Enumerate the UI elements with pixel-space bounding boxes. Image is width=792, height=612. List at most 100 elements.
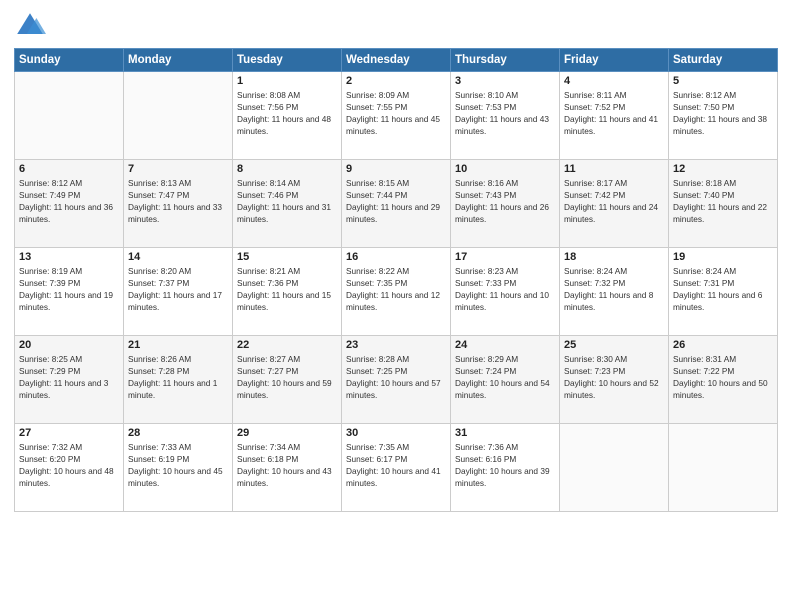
- day-number: 15: [237, 251, 337, 263]
- day-number: 26: [673, 339, 773, 351]
- calendar-cell: 28 Sunrise: 7:33 AM Sunset: 6:19 PM Dayli…: [124, 424, 233, 512]
- calendar-week-1: 1 Sunrise: 8:08 AM Sunset: 7:56 PM Daylig…: [15, 72, 778, 160]
- weekday-header-friday: Friday: [560, 49, 669, 72]
- day-info: Sunrise: 8:09 AM Sunset: 7:55 PM Dayligh…: [346, 89, 446, 137]
- day-number: 6: [19, 163, 119, 175]
- calendar-cell: 24 Sunrise: 8:29 AM Sunset: 7:24 PM Dayli…: [451, 336, 560, 424]
- day-number: 23: [346, 339, 446, 351]
- calendar-week-3: 13Sunrise: 8:19 AM Sunset: 7:39 PM Dayli…: [15, 248, 778, 336]
- day-number: 22: [237, 339, 337, 351]
- day-info: Sunrise: 8:15 AM Sunset: 7:44 PM Dayligh…: [346, 177, 446, 225]
- day-number: 21: [128, 339, 228, 351]
- calendar-cell: 25 Sunrise: 8:30 AM Sunset: 7:23 PM Dayli…: [560, 336, 669, 424]
- day-number: 1: [237, 75, 337, 87]
- day-info: Sunrise: 8:18 AM Sunset: 7:40 PM Dayligh…: [673, 177, 773, 225]
- day-number: 18: [564, 251, 664, 263]
- day-info: Sunrise: 8:12 AM Sunset: 7:50 PM Dayligh…: [673, 89, 773, 137]
- day-number: 14: [128, 251, 228, 263]
- day-info: Sunrise: 8:22 AM Sunset: 7:35 PM Dayligh…: [346, 265, 446, 313]
- day-number: 25: [564, 339, 664, 351]
- day-number: 9: [346, 163, 446, 175]
- day-info: Sunrise: 8:10 AM Sunset: 7:53 PM Dayligh…: [455, 89, 555, 137]
- day-number: 10: [455, 163, 555, 175]
- calendar-cell: 2 Sunrise: 8:09 AM Sunset: 7:55 PM Daylig…: [342, 72, 451, 160]
- day-info: Sunrise: 8:23 AM Sunset: 7:33 PM Dayligh…: [455, 265, 555, 313]
- calendar-cell: [15, 72, 124, 160]
- calendar-cell: 1 Sunrise: 8:08 AM Sunset: 7:56 PM Daylig…: [233, 72, 342, 160]
- calendar-cell: 21 Sunrise: 8:26 AM Sunset: 7:28 PM Dayli…: [124, 336, 233, 424]
- calendar-cell: 5 Sunrise: 8:12 AM Sunset: 7:50 PM Daylig…: [669, 72, 778, 160]
- day-number: 31: [455, 427, 555, 439]
- day-number: 16: [346, 251, 446, 263]
- calendar-cell: [669, 424, 778, 512]
- day-info: Sunrise: 8:25 AM Sunset: 7:29 PM Dayligh…: [19, 353, 119, 401]
- calendar-cell: 9 Sunrise: 8:15 AM Sunset: 7:44 PM Daylig…: [342, 160, 451, 248]
- day-number: 27: [19, 427, 119, 439]
- day-info: Sunrise: 8:13 AM Sunset: 7:47 PM Dayligh…: [128, 177, 228, 225]
- day-info: Sunrise: 7:35 AM Sunset: 6:17 PM Dayligh…: [346, 441, 446, 489]
- calendar-cell: 29 Sunrise: 7:34 AM Sunset: 6:18 PM Dayli…: [233, 424, 342, 512]
- day-info: Sunrise: 8:31 AM Sunset: 7:22 PM Dayligh…: [673, 353, 773, 401]
- header: [14, 10, 778, 42]
- calendar-cell: 18Sunrise: 8:24 AM Sunset: 7:32 PM Dayli…: [560, 248, 669, 336]
- day-number: 24: [455, 339, 555, 351]
- day-number: 19: [673, 251, 773, 263]
- weekday-header-wednesday: Wednesday: [342, 49, 451, 72]
- day-info: Sunrise: 7:32 AM Sunset: 6:20 PM Dayligh…: [19, 441, 119, 489]
- calendar-table: SundayMondayTuesdayWednesdayThursdayFrid…: [14, 48, 778, 512]
- weekday-header-row: SundayMondayTuesdayWednesdayThursdayFrid…: [15, 49, 778, 72]
- calendar-cell: 20Sunrise: 8:25 AM Sunset: 7:29 PM Dayli…: [15, 336, 124, 424]
- calendar-cell: 11Sunrise: 8:17 AM Sunset: 7:42 PM Dayli…: [560, 160, 669, 248]
- weekday-header-monday: Monday: [124, 49, 233, 72]
- weekday-header-sunday: Sunday: [15, 49, 124, 72]
- day-number: 3: [455, 75, 555, 87]
- day-info: Sunrise: 8:11 AM Sunset: 7:52 PM Dayligh…: [564, 89, 664, 137]
- calendar-cell: 14 Sunrise: 8:20 AM Sunset: 7:37 PM Dayli…: [124, 248, 233, 336]
- calendar-cell: 16 Sunrise: 8:22 AM Sunset: 7:35 PM Dayli…: [342, 248, 451, 336]
- day-info: Sunrise: 8:28 AM Sunset: 7:25 PM Dayligh…: [346, 353, 446, 401]
- logo-icon: [14, 10, 46, 42]
- calendar-cell: 12Sunrise: 8:18 AM Sunset: 7:40 PM Dayli…: [669, 160, 778, 248]
- day-number: 29: [237, 427, 337, 439]
- calendar-cell: 27 Sunrise: 7:32 AM Sunset: 6:20 PM Dayli…: [15, 424, 124, 512]
- calendar-cell: 19Sunrise: 8:24 AM Sunset: 7:31 PM Dayli…: [669, 248, 778, 336]
- day-info: Sunrise: 8:20 AM Sunset: 7:37 PM Dayligh…: [128, 265, 228, 313]
- weekday-header-thursday: Thursday: [451, 49, 560, 72]
- calendar-cell: 3 Sunrise: 8:10 AM Sunset: 7:53 PM Daylig…: [451, 72, 560, 160]
- day-number: 28: [128, 427, 228, 439]
- day-info: Sunrise: 8:27 AM Sunset: 7:27 PM Dayligh…: [237, 353, 337, 401]
- day-number: 8: [237, 163, 337, 175]
- day-info: Sunrise: 8:26 AM Sunset: 7:28 PM Dayligh…: [128, 353, 228, 401]
- day-number: 30: [346, 427, 446, 439]
- day-info: Sunrise: 8:12 AM Sunset: 7:49 PM Dayligh…: [19, 177, 119, 225]
- day-number: 2: [346, 75, 446, 87]
- calendar-cell: [560, 424, 669, 512]
- day-info: Sunrise: 8:08 AM Sunset: 7:56 PM Dayligh…: [237, 89, 337, 137]
- day-info: Sunrise: 8:29 AM Sunset: 7:24 PM Dayligh…: [455, 353, 555, 401]
- calendar-cell: 7 Sunrise: 8:13 AM Sunset: 7:47 PM Daylig…: [124, 160, 233, 248]
- calendar-cell: 23 Sunrise: 8:28 AM Sunset: 7:25 PM Dayli…: [342, 336, 451, 424]
- day-info: Sunrise: 8:19 AM Sunset: 7:39 PM Dayligh…: [19, 265, 119, 313]
- calendar-cell: 31Sunrise: 7:36 AM Sunset: 6:16 PM Dayli…: [451, 424, 560, 512]
- calendar-cell: 17 Sunrise: 8:23 AM Sunset: 7:33 PM Dayli…: [451, 248, 560, 336]
- weekday-header-tuesday: Tuesday: [233, 49, 342, 72]
- calendar-cell: 22 Sunrise: 8:27 AM Sunset: 7:27 PM Dayli…: [233, 336, 342, 424]
- calendar-cell: 13Sunrise: 8:19 AM Sunset: 7:39 PM Dayli…: [15, 248, 124, 336]
- calendar-cell: 6 Sunrise: 8:12 AM Sunset: 7:49 PM Daylig…: [15, 160, 124, 248]
- day-info: Sunrise: 8:16 AM Sunset: 7:43 PM Dayligh…: [455, 177, 555, 225]
- calendar-cell: [124, 72, 233, 160]
- day-info: Sunrise: 7:33 AM Sunset: 6:19 PM Dayligh…: [128, 441, 228, 489]
- calendar-cell: 8 Sunrise: 8:14 AM Sunset: 7:46 PM Daylig…: [233, 160, 342, 248]
- logo: [14, 10, 50, 42]
- day-number: 17: [455, 251, 555, 263]
- day-info: Sunrise: 8:14 AM Sunset: 7:46 PM Dayligh…: [237, 177, 337, 225]
- day-number: 5: [673, 75, 773, 87]
- calendar-cell: 4Sunrise: 8:11 AM Sunset: 7:52 PM Daylig…: [560, 72, 669, 160]
- day-info: Sunrise: 7:34 AM Sunset: 6:18 PM Dayligh…: [237, 441, 337, 489]
- weekday-header-saturday: Saturday: [669, 49, 778, 72]
- day-number: 7: [128, 163, 228, 175]
- calendar-cell: 15Sunrise: 8:21 AM Sunset: 7:36 PM Dayli…: [233, 248, 342, 336]
- calendar-cell: 10 Sunrise: 8:16 AM Sunset: 7:43 PM Dayli…: [451, 160, 560, 248]
- page: SundayMondayTuesdayWednesdayThursdayFrid…: [0, 0, 792, 612]
- day-info: Sunrise: 8:30 AM Sunset: 7:23 PM Dayligh…: [564, 353, 664, 401]
